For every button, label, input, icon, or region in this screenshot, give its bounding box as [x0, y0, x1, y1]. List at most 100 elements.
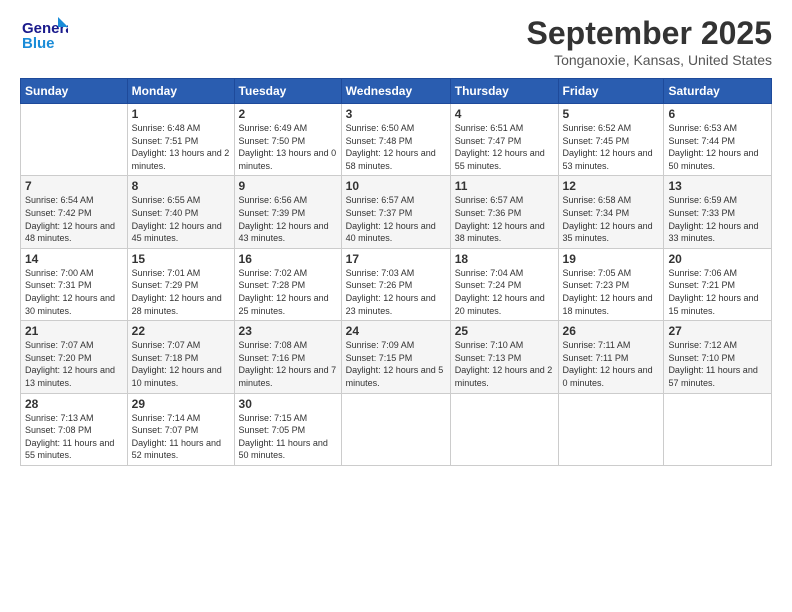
- daylight-text: Daylight: 12 hours and 0 minutes.: [563, 365, 653, 388]
- col-saturday: Saturday: [664, 79, 772, 104]
- sunrise-text: Sunrise: 7:00 AM: [25, 268, 94, 278]
- sunrise-text: Sunrise: 6:49 AM: [239, 123, 308, 133]
- day-info: Sunrise: 6:51 AM Sunset: 7:47 PM Dayligh…: [455, 122, 554, 172]
- col-wednesday: Wednesday: [341, 79, 450, 104]
- daylight-text: Daylight: 12 hours and 20 minutes.: [455, 293, 545, 316]
- day-number: 13: [668, 179, 767, 193]
- col-thursday: Thursday: [450, 79, 558, 104]
- sunrise-text: Sunrise: 7:04 AM: [455, 268, 524, 278]
- day-number: 6: [668, 107, 767, 121]
- table-row: [450, 393, 558, 465]
- day-number: 20: [668, 252, 767, 266]
- table-row: 24 Sunrise: 7:09 AM Sunset: 7:15 PM Dayl…: [341, 321, 450, 393]
- day-info: Sunrise: 6:48 AM Sunset: 7:51 PM Dayligh…: [132, 122, 230, 172]
- calendar-week-row: 28 Sunrise: 7:13 AM Sunset: 7:08 PM Dayl…: [21, 393, 772, 465]
- sunrise-text: Sunrise: 6:51 AM: [455, 123, 524, 133]
- month-title: September 2025: [527, 15, 772, 52]
- day-number: 27: [668, 324, 767, 338]
- daylight-text: Daylight: 12 hours and 45 minutes.: [132, 221, 222, 244]
- daylight-text: Daylight: 13 hours and 2 minutes.: [132, 148, 230, 171]
- day-info: Sunrise: 7:13 AM Sunset: 7:08 PM Dayligh…: [25, 412, 123, 462]
- col-friday: Friday: [558, 79, 664, 104]
- sunset-text: Sunset: 7:07 PM: [132, 425, 199, 435]
- sunset-text: Sunset: 7:16 PM: [239, 353, 306, 363]
- daylight-text: Daylight: 11 hours and 55 minutes.: [25, 438, 114, 461]
- table-row: [341, 393, 450, 465]
- day-number: 19: [563, 252, 660, 266]
- sunrise-text: Sunrise: 7:02 AM: [239, 268, 308, 278]
- sunrise-text: Sunrise: 6:50 AM: [346, 123, 415, 133]
- day-info: Sunrise: 7:02 AM Sunset: 7:28 PM Dayligh…: [239, 267, 337, 317]
- day-number: 28: [25, 397, 123, 411]
- header: General Blue September 2025 Tonganoxie, …: [20, 15, 772, 68]
- daylight-text: Daylight: 12 hours and 33 minutes.: [668, 221, 758, 244]
- daylight-text: Daylight: 12 hours and 43 minutes.: [239, 221, 329, 244]
- day-info: Sunrise: 7:07 AM Sunset: 7:20 PM Dayligh…: [25, 339, 123, 389]
- daylight-text: Daylight: 12 hours and 15 minutes.: [668, 293, 758, 316]
- day-number: 8: [132, 179, 230, 193]
- day-info: Sunrise: 7:10 AM Sunset: 7:13 PM Dayligh…: [455, 339, 554, 389]
- sunset-text: Sunset: 7:48 PM: [346, 136, 413, 146]
- table-row: [558, 393, 664, 465]
- sunrise-text: Sunrise: 7:13 AM: [25, 413, 94, 423]
- calendar-table: Sunday Monday Tuesday Wednesday Thursday…: [20, 78, 772, 466]
- sunset-text: Sunset: 7:51 PM: [132, 136, 199, 146]
- sunset-text: Sunset: 7:34 PM: [563, 208, 630, 218]
- table-row: 29 Sunrise: 7:14 AM Sunset: 7:07 PM Dayl…: [127, 393, 234, 465]
- daylight-text: Daylight: 12 hours and 40 minutes.: [346, 221, 436, 244]
- daylight-text: Daylight: 12 hours and 58 minutes.: [346, 148, 436, 171]
- sunrise-text: Sunrise: 7:08 AM: [239, 340, 308, 350]
- sunset-text: Sunset: 7:33 PM: [668, 208, 735, 218]
- sunset-text: Sunset: 7:40 PM: [132, 208, 199, 218]
- sunrise-text: Sunrise: 7:14 AM: [132, 413, 201, 423]
- day-number: 10: [346, 179, 446, 193]
- table-row: 4 Sunrise: 6:51 AM Sunset: 7:47 PM Dayli…: [450, 104, 558, 176]
- sunset-text: Sunset: 7:44 PM: [668, 136, 735, 146]
- sunset-text: Sunset: 7:20 PM: [25, 353, 92, 363]
- daylight-text: Daylight: 12 hours and 48 minutes.: [25, 221, 115, 244]
- daylight-text: Daylight: 12 hours and 13 minutes.: [25, 365, 115, 388]
- table-row: 3 Sunrise: 6:50 AM Sunset: 7:48 PM Dayli…: [341, 104, 450, 176]
- daylight-text: Daylight: 13 hours and 0 minutes.: [239, 148, 337, 171]
- daylight-text: Daylight: 11 hours and 57 minutes.: [668, 365, 757, 388]
- sunset-text: Sunset: 7:21 PM: [668, 280, 735, 290]
- table-row: 22 Sunrise: 7:07 AM Sunset: 7:18 PM Dayl…: [127, 321, 234, 393]
- table-row: 27 Sunrise: 7:12 AM Sunset: 7:10 PM Dayl…: [664, 321, 772, 393]
- day-info: Sunrise: 6:56 AM Sunset: 7:39 PM Dayligh…: [239, 194, 337, 244]
- table-row: 11 Sunrise: 6:57 AM Sunset: 7:36 PM Dayl…: [450, 176, 558, 248]
- day-info: Sunrise: 6:50 AM Sunset: 7:48 PM Dayligh…: [346, 122, 446, 172]
- table-row: 26 Sunrise: 7:11 AM Sunset: 7:11 PM Dayl…: [558, 321, 664, 393]
- sunrise-text: Sunrise: 6:55 AM: [132, 195, 201, 205]
- daylight-text: Daylight: 12 hours and 30 minutes.: [25, 293, 115, 316]
- sunrise-text: Sunrise: 7:07 AM: [25, 340, 94, 350]
- table-row: 9 Sunrise: 6:56 AM Sunset: 7:39 PM Dayli…: [234, 176, 341, 248]
- table-row: 28 Sunrise: 7:13 AM Sunset: 7:08 PM Dayl…: [21, 393, 128, 465]
- day-info: Sunrise: 6:58 AM Sunset: 7:34 PM Dayligh…: [563, 194, 660, 244]
- sunrise-text: Sunrise: 7:09 AM: [346, 340, 415, 350]
- svg-text:Blue: Blue: [22, 35, 55, 52]
- sunset-text: Sunset: 7:26 PM: [346, 280, 413, 290]
- sunrise-text: Sunrise: 6:52 AM: [563, 123, 632, 133]
- sunrise-text: Sunrise: 7:05 AM: [563, 268, 632, 278]
- sunset-text: Sunset: 7:05 PM: [239, 425, 306, 435]
- sunrise-text: Sunrise: 7:06 AM: [668, 268, 737, 278]
- day-number: 15: [132, 252, 230, 266]
- table-row: 20 Sunrise: 7:06 AM Sunset: 7:21 PM Dayl…: [664, 248, 772, 320]
- day-number: 14: [25, 252, 123, 266]
- day-number: 22: [132, 324, 230, 338]
- day-number: 3: [346, 107, 446, 121]
- sunset-text: Sunset: 7:28 PM: [239, 280, 306, 290]
- day-info: Sunrise: 6:59 AM Sunset: 7:33 PM Dayligh…: [668, 194, 767, 244]
- sunset-text: Sunset: 7:36 PM: [455, 208, 522, 218]
- day-info: Sunrise: 6:54 AM Sunset: 7:42 PM Dayligh…: [25, 194, 123, 244]
- table-row: 25 Sunrise: 7:10 AM Sunset: 7:13 PM Dayl…: [450, 321, 558, 393]
- sunset-text: Sunset: 7:31 PM: [25, 280, 92, 290]
- day-info: Sunrise: 7:00 AM Sunset: 7:31 PM Dayligh…: [25, 267, 123, 317]
- sunset-text: Sunset: 7:18 PM: [132, 353, 199, 363]
- table-row: 5 Sunrise: 6:52 AM Sunset: 7:45 PM Dayli…: [558, 104, 664, 176]
- table-row: 12 Sunrise: 6:58 AM Sunset: 7:34 PM Dayl…: [558, 176, 664, 248]
- daylight-text: Daylight: 12 hours and 53 minutes.: [563, 148, 653, 171]
- day-info: Sunrise: 6:55 AM Sunset: 7:40 PM Dayligh…: [132, 194, 230, 244]
- day-number: 17: [346, 252, 446, 266]
- day-info: Sunrise: 7:06 AM Sunset: 7:21 PM Dayligh…: [668, 267, 767, 317]
